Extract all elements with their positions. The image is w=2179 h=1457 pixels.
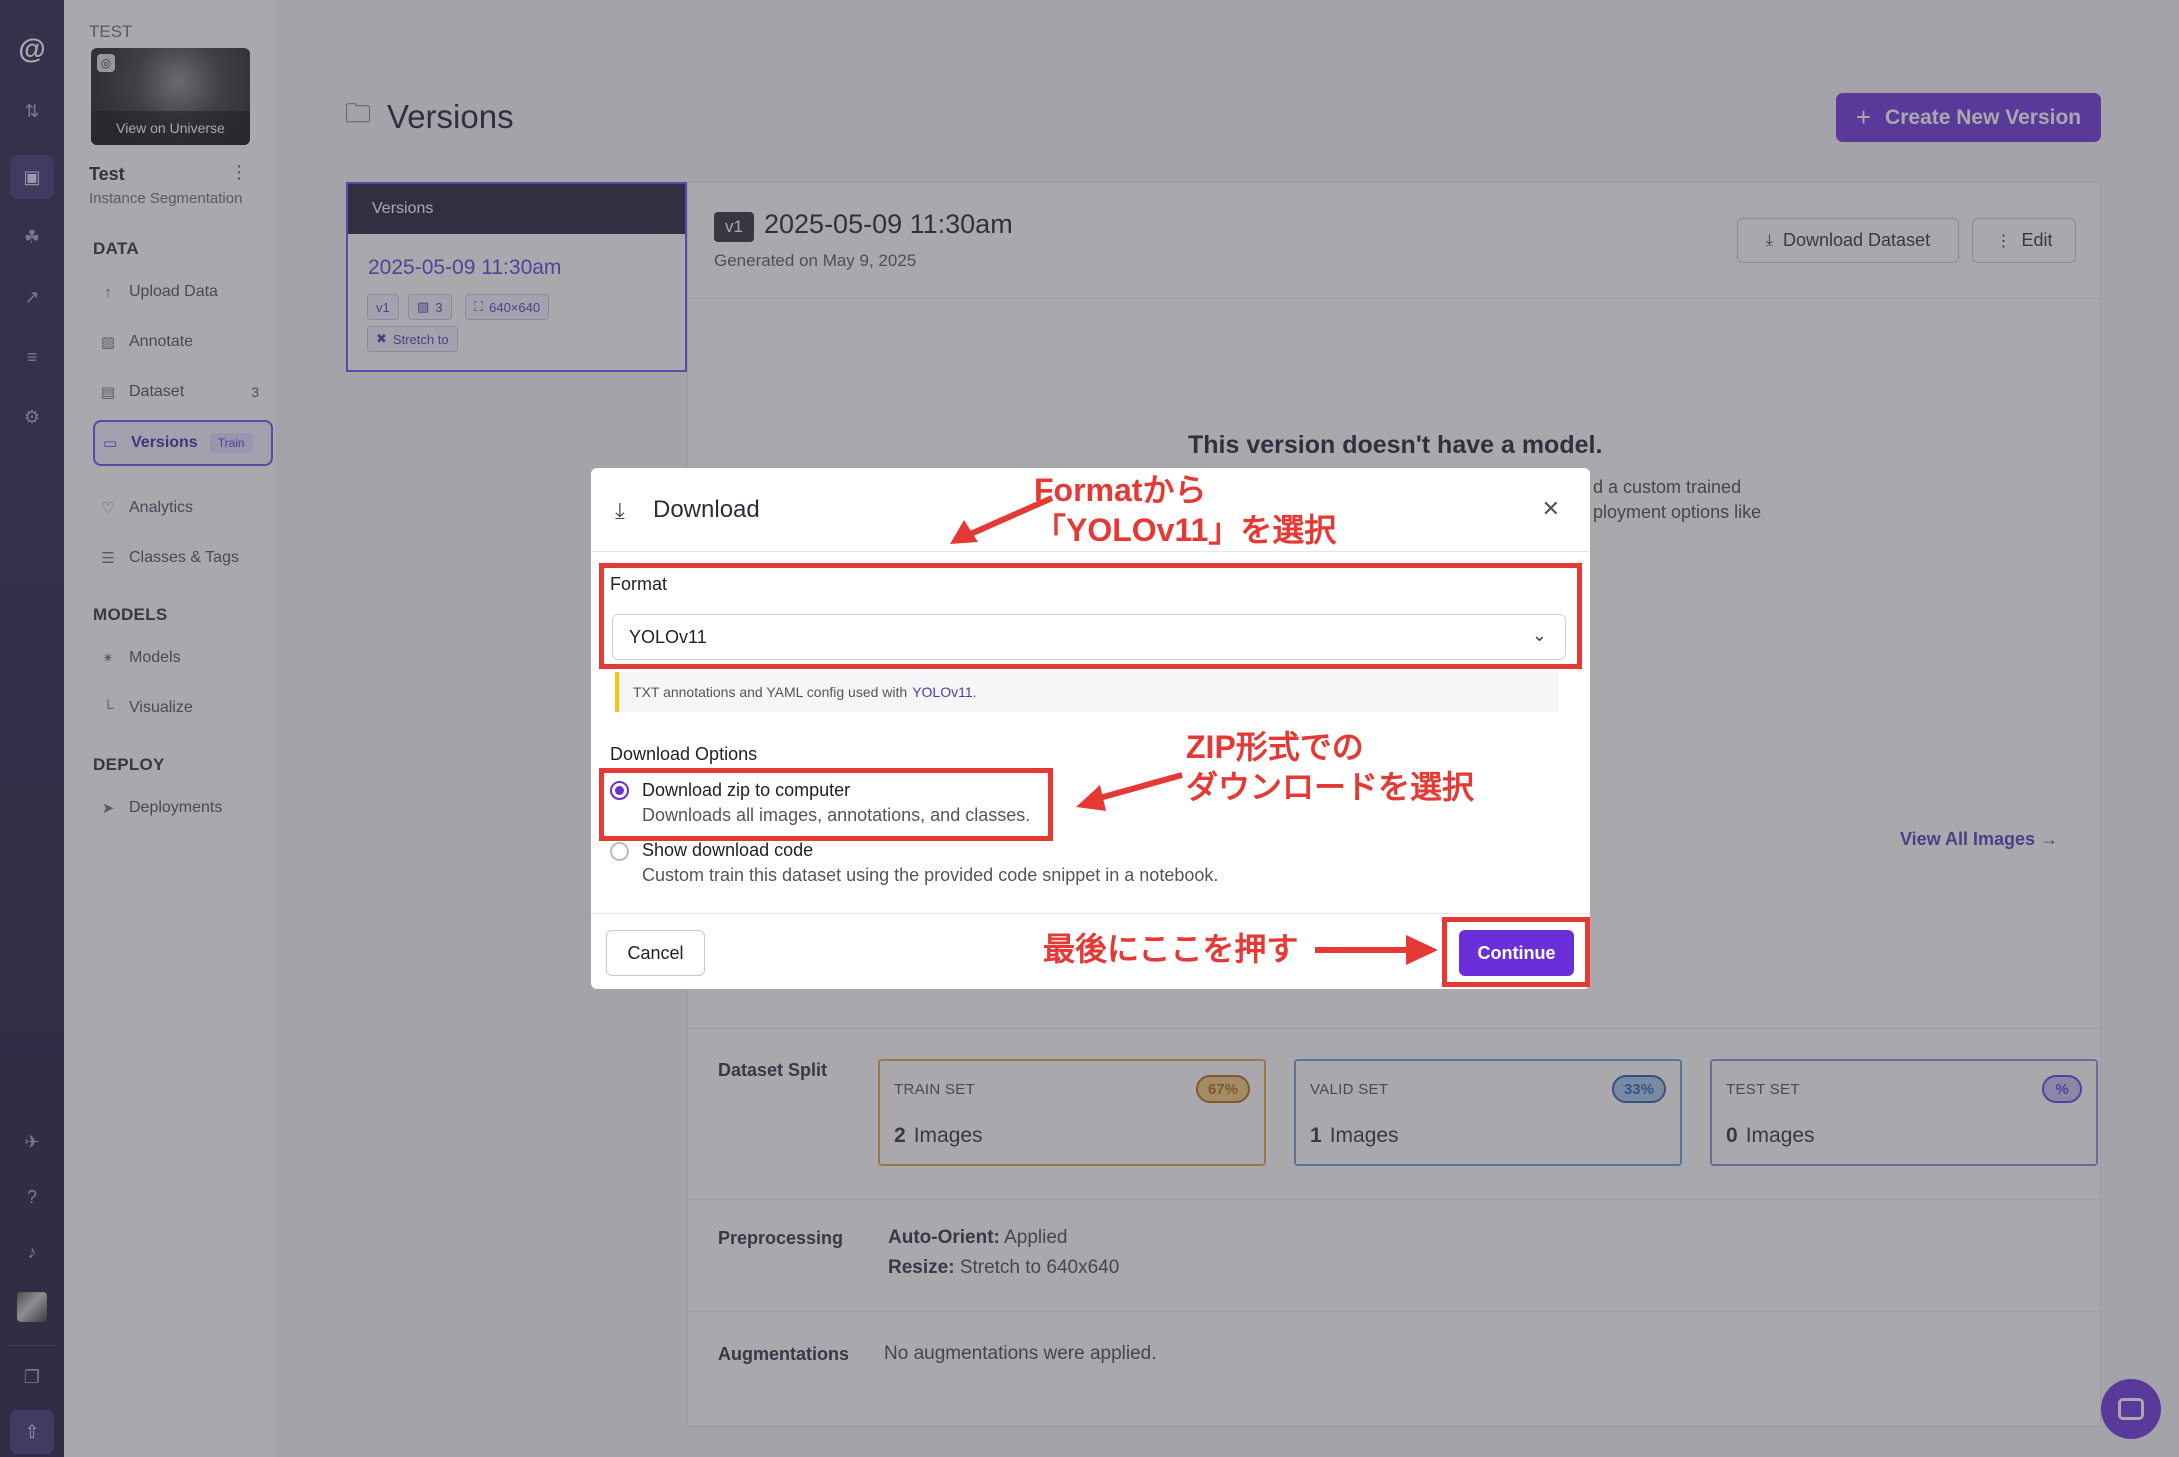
zip-annotation-line2: ダウンロードを選択: [1186, 769, 1475, 805]
format-annotation-line1: Formatから: [1034, 472, 1207, 508]
format-highlight-box: [599, 563, 1582, 669]
format-annotation-arrow: [950, 495, 1054, 544]
continue-annotation-arrow: [1315, 935, 1438, 965]
close-icon[interactable]: ✕: [1542, 496, 1560, 522]
download-options-label: Download Options: [610, 744, 758, 764]
cancel-button[interactable]: Cancel: [606, 930, 705, 976]
show-code-desc: Custom train this dataset using the prov…: [642, 865, 1219, 885]
zip-option-highlight-box: [599, 768, 1053, 841]
zip-annotation-arrow: [1076, 772, 1183, 811]
zip-annotation-line1: ZIP形式での: [1186, 729, 1364, 765]
format-hint-link[interactable]: YOLOv11: [912, 684, 972, 700]
modal-title: Download: [653, 496, 760, 523]
continue-highlight-box: [1442, 917, 1590, 987]
format-annotation-line2: 「YOLOv11」を選択: [1034, 512, 1337, 548]
zip-annotation-text: ZIP形式での ダウンロードを選択: [1186, 727, 1474, 807]
format-annotation-text: Formatから 「YOLOv11」を選択: [1034, 470, 1336, 550]
show-code-title[interactable]: Show download code: [642, 840, 813, 861]
format-hint-end: .: [972, 684, 977, 700]
show-code-radio[interactable]: [610, 842, 629, 861]
format-hint-text: TXT annotations and YAML config used wit…: [633, 684, 908, 700]
download-icon: ⤓: [615, 498, 625, 523]
format-hint: TXT annotations and YAML config used wit…: [615, 672, 1559, 712]
continue-annotation-text: 最後にここを押す: [1043, 931, 1299, 967]
modal-footer-divider: [591, 913, 1590, 914]
